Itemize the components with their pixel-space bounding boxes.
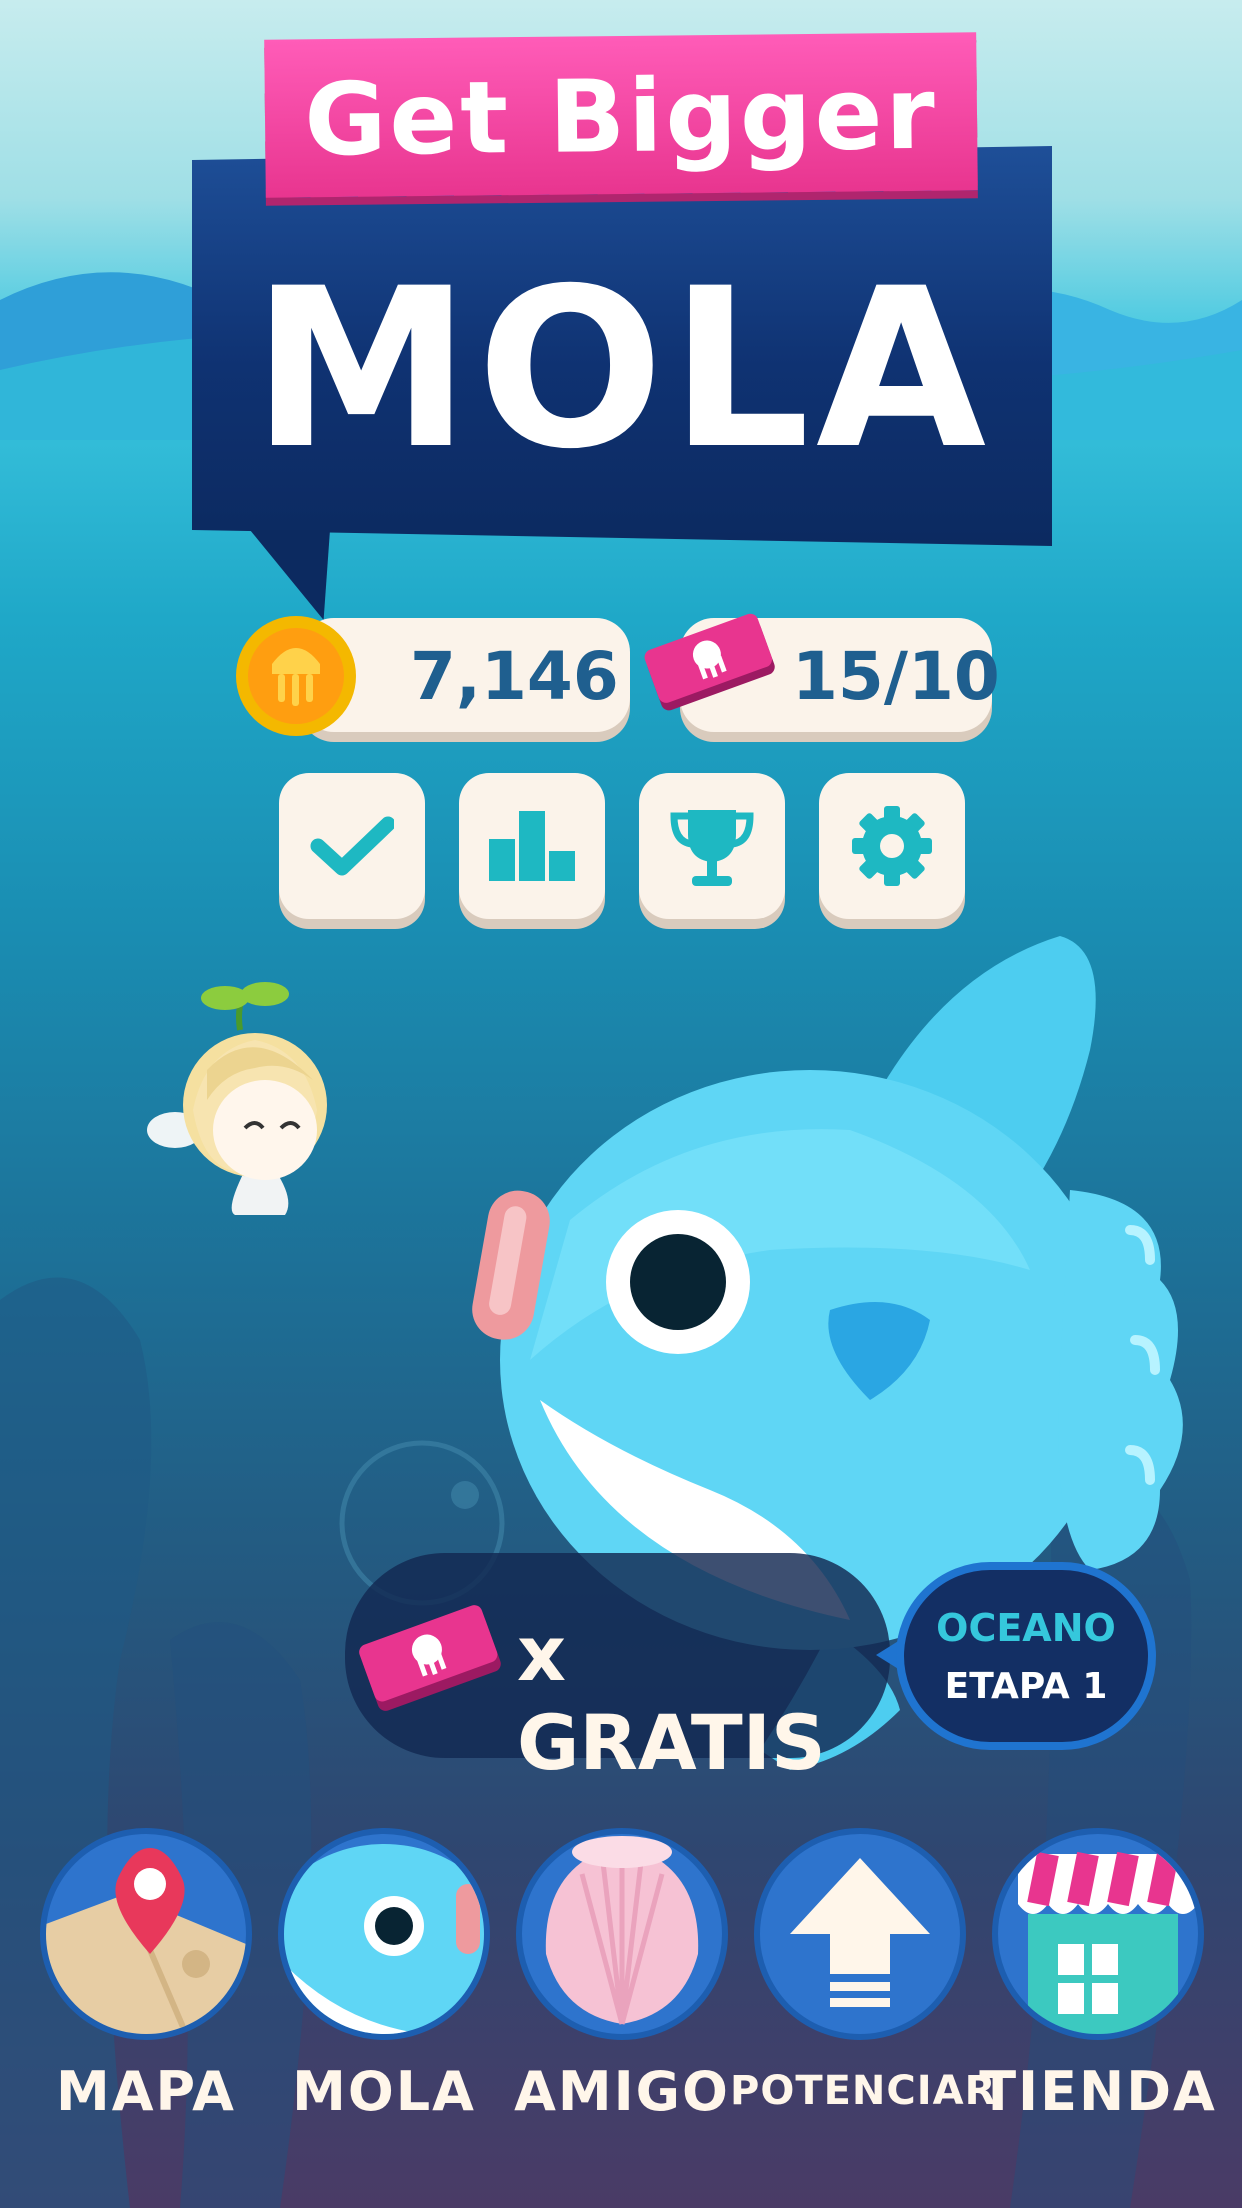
- settings-button[interactable]: [819, 773, 965, 919]
- ticket-icon: [359, 1605, 501, 1711]
- sunfish-icon: [284, 1844, 484, 2034]
- fairy-character: [147, 982, 327, 1215]
- game-title-main: MOLA: [251, 241, 993, 497]
- title-ribbon: Get Bigger: [264, 32, 978, 198]
- coin-amount: 7,146: [410, 638, 619, 715]
- map-pin-icon: [46, 1848, 246, 2034]
- nav-mola-label: MOLA: [292, 2060, 476, 2123]
- stage-area: OCEANO: [936, 1606, 1116, 1650]
- ticket-icon: [644, 613, 775, 711]
- trophy-button[interactable]: [639, 773, 785, 919]
- nav-mola-button[interactable]: [278, 1828, 490, 2040]
- nav-friend-button[interactable]: [516, 1828, 728, 2040]
- check-icon: [310, 816, 394, 876]
- podium-icon: [489, 811, 575, 881]
- offer-label: x GRATIS: [517, 1609, 826, 1787]
- shell-icon: [545, 1836, 699, 2025]
- nav-shop-label: TIENDA: [979, 2060, 1217, 2123]
- nav-friend-label: AMIGO: [514, 2060, 730, 2123]
- ranking-button[interactable]: [459, 773, 605, 919]
- gear-icon: [852, 806, 932, 886]
- nav-upgrade-label: POTENCIAR: [730, 2068, 997, 2114]
- free-ticket-offer[interactable]: x GRATIS: [345, 1553, 890, 1787]
- game-title-top: Get Bigger: [303, 54, 939, 179]
- missions-button[interactable]: [279, 773, 425, 919]
- upgrade-arrow-icon: [790, 1858, 930, 2007]
- trophy-icon: [670, 810, 754, 886]
- title-banner: MOLA: [192, 146, 1052, 546]
- ticket-amount: 15/10: [792, 638, 1000, 715]
- shop-icon: [1018, 1851, 1198, 2034]
- stage-badge[interactable]: OCEANO ETAPA 1: [896, 1562, 1156, 1750]
- stage-level: ETAPA 1: [944, 1666, 1108, 1707]
- nav-shop-button[interactable]: [992, 1828, 1204, 2040]
- nav-map-button[interactable]: [40, 1828, 252, 2040]
- coin-icon: [236, 616, 356, 736]
- nav-map-label: MAPA: [56, 2060, 236, 2123]
- nav-upgrade-button[interactable]: [754, 1828, 966, 2040]
